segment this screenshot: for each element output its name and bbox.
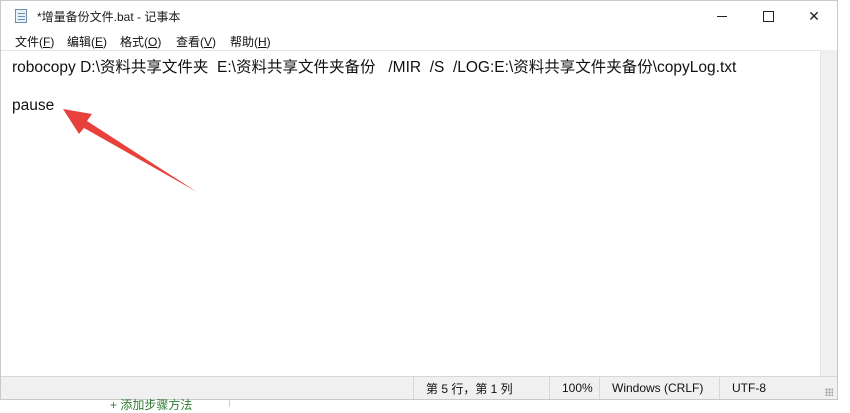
menu-help-label: 帮助( <box>230 35 258 49</box>
menu-format-key: O <box>148 35 158 49</box>
menu-format-suffix: ) <box>157 35 162 49</box>
status-encoding: UTF-8 <box>719 377 837 399</box>
menu-file-suffix: ) <box>50 35 55 49</box>
red-arrow-annotation <box>63 109 197 192</box>
menu-format-label: 格式( <box>120 35 148 49</box>
vertical-scrollbar[interactable] <box>820 50 837 377</box>
menu-edit-key: E <box>95 35 104 49</box>
minimize-icon <box>717 15 727 17</box>
notepad-icon <box>15 9 27 23</box>
menu-help-suffix: ) <box>266 35 271 49</box>
menu-edit-label: 编辑( <box>67 35 95 49</box>
background-page-divider <box>229 400 230 407</box>
status-cursor-position: 第 5 行，第 1 列 <box>413 377 549 399</box>
notepad-window: *增量备份文件.bat - 记事本 ✕ 文件(F) 编辑(E) 格式(O) 查看… <box>0 0 838 400</box>
menu-edit-suffix: ) <box>103 35 108 49</box>
menu-help[interactable]: 帮助(H) <box>230 33 271 50</box>
maximize-icon <box>762 10 774 22</box>
window-title: *增量备份文件.bat - 记事本 <box>37 10 181 24</box>
status-line-ending: Windows (CRLF) <box>599 377 719 399</box>
menu-edit[interactable]: 编辑(E) <box>67 33 107 50</box>
menu-file[interactable]: 文件(F) <box>15 33 54 50</box>
menu-file-label: 文件( <box>15 35 43 49</box>
close-button[interactable]: ✕ <box>791 1 837 31</box>
menu-view-label: 查看( <box>176 35 204 49</box>
title-bar[interactable]: *增量备份文件.bat - 记事本 ✕ <box>1 1 837 31</box>
menu-view[interactable]: 查看(V) <box>176 33 216 50</box>
menu-format[interactable]: 格式(O) <box>120 33 161 50</box>
text-editor-area[interactable]: robocopy D:\资料共享文件夹 E:\资料共享文件夹备份 /MIR /S… <box>1 50 820 377</box>
menu-view-key: V <box>204 35 213 49</box>
arrow-shape <box>63 109 197 192</box>
close-icon: ✕ <box>808 7 820 24</box>
resize-grip-icon[interactable] <box>825 388 833 396</box>
menu-help-key: H <box>258 35 267 49</box>
maximize-button[interactable] <box>745 1 791 31</box>
background-page-text: + 添加步骤方法 <box>110 398 193 412</box>
status-zoom: 100% <box>549 377 599 399</box>
menu-bar: 文件(F) 编辑(E) 格式(O) 查看(V) 帮助(H) <box>1 31 837 50</box>
minimize-button[interactable] <box>699 1 745 31</box>
menu-view-suffix: ) <box>212 35 217 49</box>
